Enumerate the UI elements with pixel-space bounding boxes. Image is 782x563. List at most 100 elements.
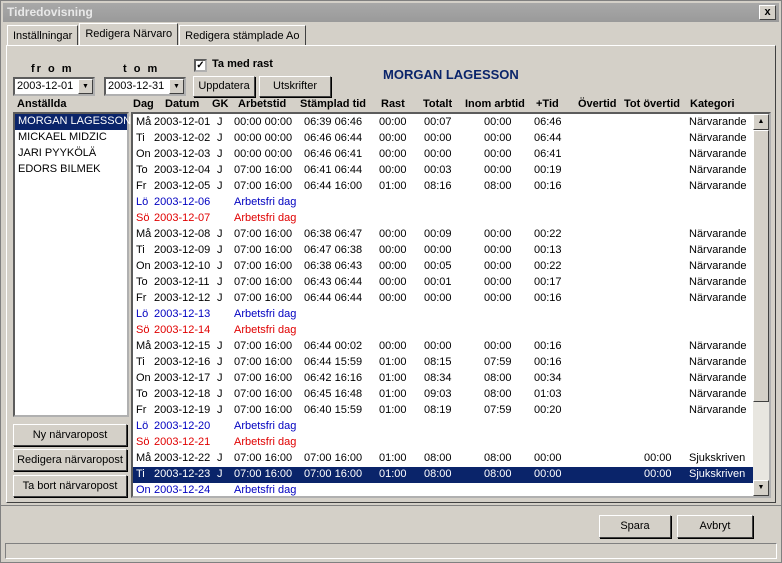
cell-total: 00:01	[424, 276, 452, 288]
table-row[interactable]: Ti 2003-12-09 J 07:00 16:00 06:47 06:38 00:00…	[133, 243, 753, 259]
chevron-down-icon[interactable]: ▼	[78, 79, 93, 94]
cell-work: 07:00 16:00	[234, 388, 293, 400]
cell-inom: 00:00	[484, 260, 512, 272]
table-row[interactable]: On 2003-12-03 J 00:00 00:00 06:46 06:41 00:00…	[133, 147, 753, 163]
cell-cat: Närvarande	[689, 244, 747, 256]
new-record-button[interactable]: Ny närvaropost	[13, 424, 127, 446]
cell-rast: 01:00	[379, 404, 407, 416]
cell-plus: 00:22	[534, 260, 562, 272]
employee-item[interactable]: EDORS BILMEK	[15, 162, 127, 178]
scroll-thumb[interactable]	[753, 130, 769, 402]
cell-date: 2003-12-05	[154, 180, 211, 192]
cell-gk: J	[217, 228, 223, 240]
cell-work: 07:00 16:00	[234, 372, 293, 384]
print-button[interactable]: Utskrifter	[259, 76, 331, 97]
cell-day: Sö	[136, 324, 150, 336]
table-row[interactable]: Ti 2003-12-23 J 07:00 16:00 07:00 16:00 01:00…	[133, 467, 753, 483]
table-row[interactable]: Fr 2003-12-05 J 07:00 16:00 06:44 16:00 01:00…	[133, 179, 753, 195]
cell-plus: 00:19	[534, 164, 562, 176]
cell-inom: 00:00	[484, 276, 512, 288]
table-row[interactable]: Må 2003-12-08 J 07:00 16:00 06:38 06:47 00:00…	[133, 227, 753, 243]
cell-day: Må	[136, 340, 152, 352]
table-row[interactable]: Sö 2003-12-21 Arbetsfri dag	[133, 435, 753, 451]
cell-inom: 00:00	[484, 116, 512, 128]
col-header-arbetstid: Arbetstid	[238, 98, 287, 110]
col-header-totalt: Totalt	[423, 98, 453, 110]
col-header-rast: Rast	[381, 98, 405, 110]
table-row[interactable]: To 2003-12-04 J 07:00 16:00 06:41 06:44 00:00…	[133, 163, 753, 179]
employee-list[interactable]: MORGAN LAGESSON MICKAEL MIDZIC JARI PYYK…	[13, 112, 131, 417]
cell-day: To	[136, 276, 148, 288]
tab-installningar[interactable]: Inställningar	[7, 25, 79, 45]
cell-stamp: 07:00 16:00	[304, 452, 363, 464]
cell-rast: 01:00	[379, 468, 407, 480]
table-row[interactable]: Sö 2003-12-14 Arbetsfri dag	[133, 323, 753, 339]
cell-total: 00:00	[424, 292, 452, 304]
to-date-select[interactable]: 2003-12-31 ▼	[104, 77, 186, 96]
cell-gk: J	[217, 372, 223, 384]
table-row[interactable]: To 2003-12-11 J 07:00 16:00 06:43 06:44 00:00…	[133, 275, 753, 291]
table-row[interactable]: On 2003-12-17 J 07:00 16:00 06:42 16:16 01:00…	[133, 371, 753, 387]
cell-cat: Närvarande	[689, 260, 747, 272]
cell-rast: 01:00	[379, 452, 407, 464]
cell-rast: 00:00	[379, 276, 407, 288]
cell-stamp: 06:42 16:16	[304, 372, 363, 384]
table-row[interactable]: Lö 2003-12-20 Arbetsfri dag	[133, 419, 753, 435]
cell-date: 2003-12-13	[154, 308, 211, 320]
chevron-down-icon[interactable]: ▼	[169, 79, 184, 94]
arrow-up-icon[interactable]: ▲	[753, 114, 769, 130]
cell-work: Arbetsfri dag	[234, 308, 297, 320]
table-row[interactable]: Må 2003-12-22 J 07:00 16:00 07:00 16:00 01:00…	[133, 451, 753, 467]
close-button[interactable]: x	[759, 5, 776, 20]
cell-date: 2003-12-24	[154, 484, 211, 496]
cell-total: 08:16	[424, 180, 452, 192]
table-row[interactable]: Må 2003-12-01 J 00:00 00:00 06:39 06:46 00:00…	[133, 115, 753, 131]
employee-item[interactable]: JARI PYYKÖLÄ	[15, 146, 127, 162]
table-row[interactable]: Må 2003-12-15 J 07:00 16:00 06:44 00:02 00:00…	[133, 339, 753, 355]
tab-redigera-stamplade[interactable]: Redigera stämplade Ao	[179, 25, 306, 45]
table-row[interactable]: Lö 2003-12-13 Arbetsfri dag	[133, 307, 753, 323]
cell-day: Ti	[136, 468, 145, 480]
cancel-button[interactable]: Avbryt	[677, 515, 753, 538]
table-row[interactable]: Ti 2003-12-02 J 00:00 00:00 06:46 06:44 00:00…	[133, 131, 753, 147]
employee-item[interactable]: MORGAN LAGESSON	[15, 114, 131, 130]
include-break-checkbox[interactable]: ✓	[194, 59, 207, 72]
table-row[interactable]: Sö 2003-12-07 Arbetsfri dag	[133, 211, 753, 227]
cell-plus: 00:22	[534, 228, 562, 240]
table-row[interactable]: To 2003-12-18 J 07:00 16:00 06:45 16:48 01:00…	[133, 387, 753, 403]
edit-record-button[interactable]: Redigera närvaropost	[13, 449, 127, 471]
cell-total: 00:00	[424, 244, 452, 256]
cell-day: Ti	[136, 244, 145, 256]
cell-gk: J	[217, 452, 223, 464]
arrow-down-icon[interactable]: ▼	[753, 480, 769, 496]
cell-day: Må	[136, 228, 152, 240]
cell-stamp: 06:38 06:47	[304, 228, 363, 240]
col-header-gk: GK	[212, 98, 229, 110]
table-row[interactable]: Lö 2003-12-06 Arbetsfri dag	[133, 195, 753, 211]
title-bar: Tidredovisning x	[3, 3, 779, 22]
cell-date: 2003-12-14	[154, 324, 211, 336]
cell-gk: J	[217, 116, 223, 128]
cell-day: Lö	[136, 420, 149, 432]
update-button[interactable]: Uppdatera	[193, 76, 255, 97]
table-row[interactable]: Fr 2003-12-19 J 07:00 16:00 06:40 15:59 01:00…	[133, 403, 753, 419]
table-row[interactable]: On 2003-12-10 J 07:00 16:00 06:38 06:43 00:00…	[133, 259, 753, 275]
save-button[interactable]: Spara	[599, 515, 671, 538]
attendance-grid[interactable]: Må 2003-12-01 J 00:00 00:00 06:39 06:46 00:00…	[131, 112, 771, 498]
vertical-scrollbar[interactable]: ▲ ▼	[753, 114, 769, 496]
col-header-inom-arbtid: Inom arbtid	[465, 98, 525, 110]
cell-work: 07:00 16:00	[234, 404, 293, 416]
cell-inom: 08:00	[484, 372, 512, 384]
employee-item[interactable]: MICKAEL MIDZIC	[15, 130, 127, 146]
cell-work: 00:00 00:00	[234, 116, 293, 128]
cell-plus: 00:16	[534, 340, 562, 352]
table-row[interactable]: Fr 2003-12-12 J 07:00 16:00 06:44 06:44 00:00…	[133, 291, 753, 307]
cell-day: Ti	[136, 132, 145, 144]
tab-redigera-narvaro[interactable]: Redigera Närvaro	[79, 23, 179, 45]
to-date-value: 2003-12-31	[108, 80, 165, 92]
delete-record-button[interactable]: Ta bort närvaropost	[13, 475, 127, 497]
table-row[interactable]: Ti 2003-12-16 J 07:00 16:00 06:44 15:59 01:00…	[133, 355, 753, 371]
table-row[interactable]: On 2003-12-24 Arbetsfri dag	[133, 483, 753, 496]
from-date-select[interactable]: 2003-12-01 ▼	[13, 77, 95, 96]
cell-rast: 00:00	[379, 228, 407, 240]
